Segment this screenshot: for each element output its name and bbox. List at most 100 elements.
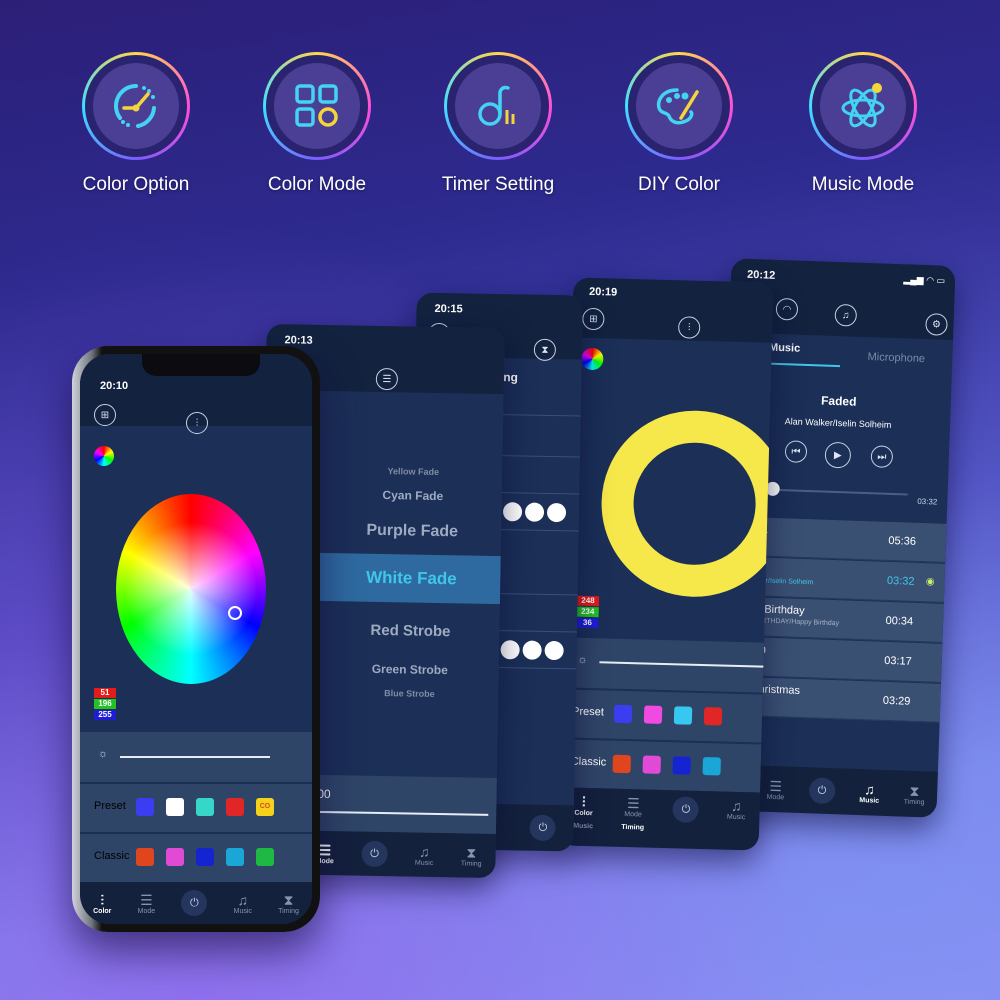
hourglass-icon: ⧗ xyxy=(283,891,294,908)
mode-icon: ☰ xyxy=(318,841,332,858)
mode-icon: ☰ xyxy=(382,373,392,385)
preset-swatch[interactable] xyxy=(166,798,184,816)
brightness-panel: ☼ xyxy=(562,637,770,693)
power-icon: ⏻ xyxy=(538,821,548,834)
brightness-ring[interactable] xyxy=(599,408,774,600)
speed-slider[interactable] xyxy=(298,810,489,816)
brightness-slider[interactable] xyxy=(120,756,270,758)
feature-timer-setting: Timer Setting xyxy=(413,52,583,196)
preset-swatch[interactable] xyxy=(196,798,214,816)
feature-label: Music Mode xyxy=(811,174,915,195)
color-picker-toggle[interactable] xyxy=(581,347,604,371)
music-icon: ♫ xyxy=(864,780,876,798)
status-time: 20:19 xyxy=(588,285,618,299)
color-wheel-selector[interactable] xyxy=(228,606,242,620)
play-icon: ▶ xyxy=(833,449,842,461)
palette-icon xyxy=(656,88,699,125)
classic-swatch[interactable] xyxy=(136,848,154,866)
preset-swatch[interactable] xyxy=(673,706,693,725)
tab-mode[interactable]: ☰ Mode Timing xyxy=(621,795,645,831)
tab-timing[interactable]: ⧗ Timing xyxy=(278,892,299,915)
classic-swatch[interactable] xyxy=(642,755,661,774)
tab-mode[interactable]: ☰Mode xyxy=(766,777,784,801)
repeat-day-toggle[interactable] xyxy=(524,502,545,522)
classic-swatch[interactable] xyxy=(166,848,184,866)
now-playing-icon: ◉ xyxy=(925,576,935,588)
classic-panel: Classic xyxy=(80,834,312,882)
classic-swatch[interactable] xyxy=(256,848,274,866)
preset-label: Preset xyxy=(94,800,126,812)
gear-icon: ⚙ xyxy=(931,318,942,331)
feature-label: Color Mode xyxy=(267,174,367,195)
tab-music[interactable]: ♫ Music xyxy=(859,781,880,805)
color-screen: 20:10 ⊞ ⫶ 51 196 255 ☼ Preset CO Classic xyxy=(80,354,312,924)
previous-button[interactable]: ⏮ xyxy=(784,440,808,463)
classic-label: Classic xyxy=(94,850,130,862)
color-wheel[interactable] xyxy=(116,494,266,684)
mode-icon: ☰ xyxy=(769,777,783,794)
color-button[interactable]: ⫶ xyxy=(186,412,208,434)
blue-value: 255 xyxy=(94,710,116,720)
tab-color[interactable]: ⫶ Color Music xyxy=(573,793,594,830)
tab-mode[interactable]: ☰Mode xyxy=(138,892,156,915)
tab-color[interactable]: ⫶Color xyxy=(93,892,111,915)
music-icon: ♫ xyxy=(841,309,850,321)
feature-color-option: Color Option xyxy=(51,52,221,196)
music-icon: ♫ xyxy=(418,843,430,860)
tab-music[interactable]: ♫ Music xyxy=(727,798,746,821)
status-time: 20:10 xyxy=(100,380,129,392)
preset-panel: Preset xyxy=(561,689,763,743)
tab-microphone[interactable]: Microphone xyxy=(840,342,953,366)
brightness-icon: ☼ xyxy=(577,653,588,666)
tab-timing[interactable]: ⧗ Timing xyxy=(461,844,482,867)
power-button[interactable]: ⏻ xyxy=(672,796,700,823)
hourglass-icon: ⧗ xyxy=(466,844,477,861)
tab-music[interactable]: ♫ Music xyxy=(234,892,252,915)
brightness-panel: ☼ xyxy=(80,732,312,782)
color-picker-toggle[interactable] xyxy=(94,446,114,466)
brightness-slider[interactable] xyxy=(599,661,770,668)
preset-swatch[interactable] xyxy=(613,704,633,724)
brightness-icon: ☼ xyxy=(98,748,109,760)
music-icon: ♫ xyxy=(237,891,249,908)
repeat-day-toggle[interactable] xyxy=(502,502,523,522)
classic-swatch[interactable] xyxy=(196,848,214,866)
preset-label: Preset xyxy=(571,705,605,719)
feature-label: DIY Color xyxy=(637,174,720,195)
preset-swatch[interactable] xyxy=(226,798,244,816)
power-button[interactable]: ⏻ xyxy=(529,814,557,842)
next-button[interactable]: ⏭ xyxy=(870,445,894,468)
power-icon: ⏻ xyxy=(817,784,827,797)
classic-swatch[interactable] xyxy=(612,754,631,774)
grid-icon: ⊞ xyxy=(589,313,598,325)
clock-icon xyxy=(114,84,156,128)
music-icon: ♫ xyxy=(730,797,742,815)
tab-music[interactable]: ♫ Music xyxy=(415,843,434,866)
preset-swatch[interactable] xyxy=(703,707,723,726)
scenes-button[interactable]: ⊞ xyxy=(94,404,116,426)
repeat-day-toggle[interactable] xyxy=(522,640,542,660)
preset-swatch[interactable]: CO xyxy=(256,798,274,816)
tab-bar: ⫶ Color Music ☰ Mode Timing ⏻ ♫ Music xyxy=(558,787,761,851)
feature-row: Color Option Color Mode Timer Setting DI… xyxy=(0,52,1000,212)
power-button[interactable]: ⏻ xyxy=(181,890,208,916)
classic-swatch[interactable] xyxy=(226,848,244,866)
preset-swatch[interactable] xyxy=(136,798,154,816)
classic-swatch[interactable] xyxy=(702,757,721,776)
preset-swatch[interactable] xyxy=(643,705,663,724)
green-value: 234 xyxy=(576,606,599,618)
tab-timing[interactable]: ⧗ Timing xyxy=(904,782,926,806)
power-icon: ⏻ xyxy=(190,896,199,909)
repeat-day-toggle[interactable] xyxy=(546,502,567,523)
progress-track[interactable] xyxy=(771,488,908,496)
wifi-icon: ◠ xyxy=(782,303,792,315)
power-button[interactable]: ⏻ xyxy=(361,840,388,868)
power-button[interactable]: ⏻ xyxy=(808,777,836,805)
repeat-day-toggle[interactable] xyxy=(544,640,564,661)
classic-swatch[interactable] xyxy=(672,756,691,775)
sliders-icon: ⫶ xyxy=(581,793,586,810)
play-button[interactable]: ▶ xyxy=(824,441,852,469)
feature-music-mode: Music Mode xyxy=(778,52,948,196)
skip-back-icon: ⏮ xyxy=(791,445,801,458)
repeat-day-toggle[interactable] xyxy=(500,640,520,660)
